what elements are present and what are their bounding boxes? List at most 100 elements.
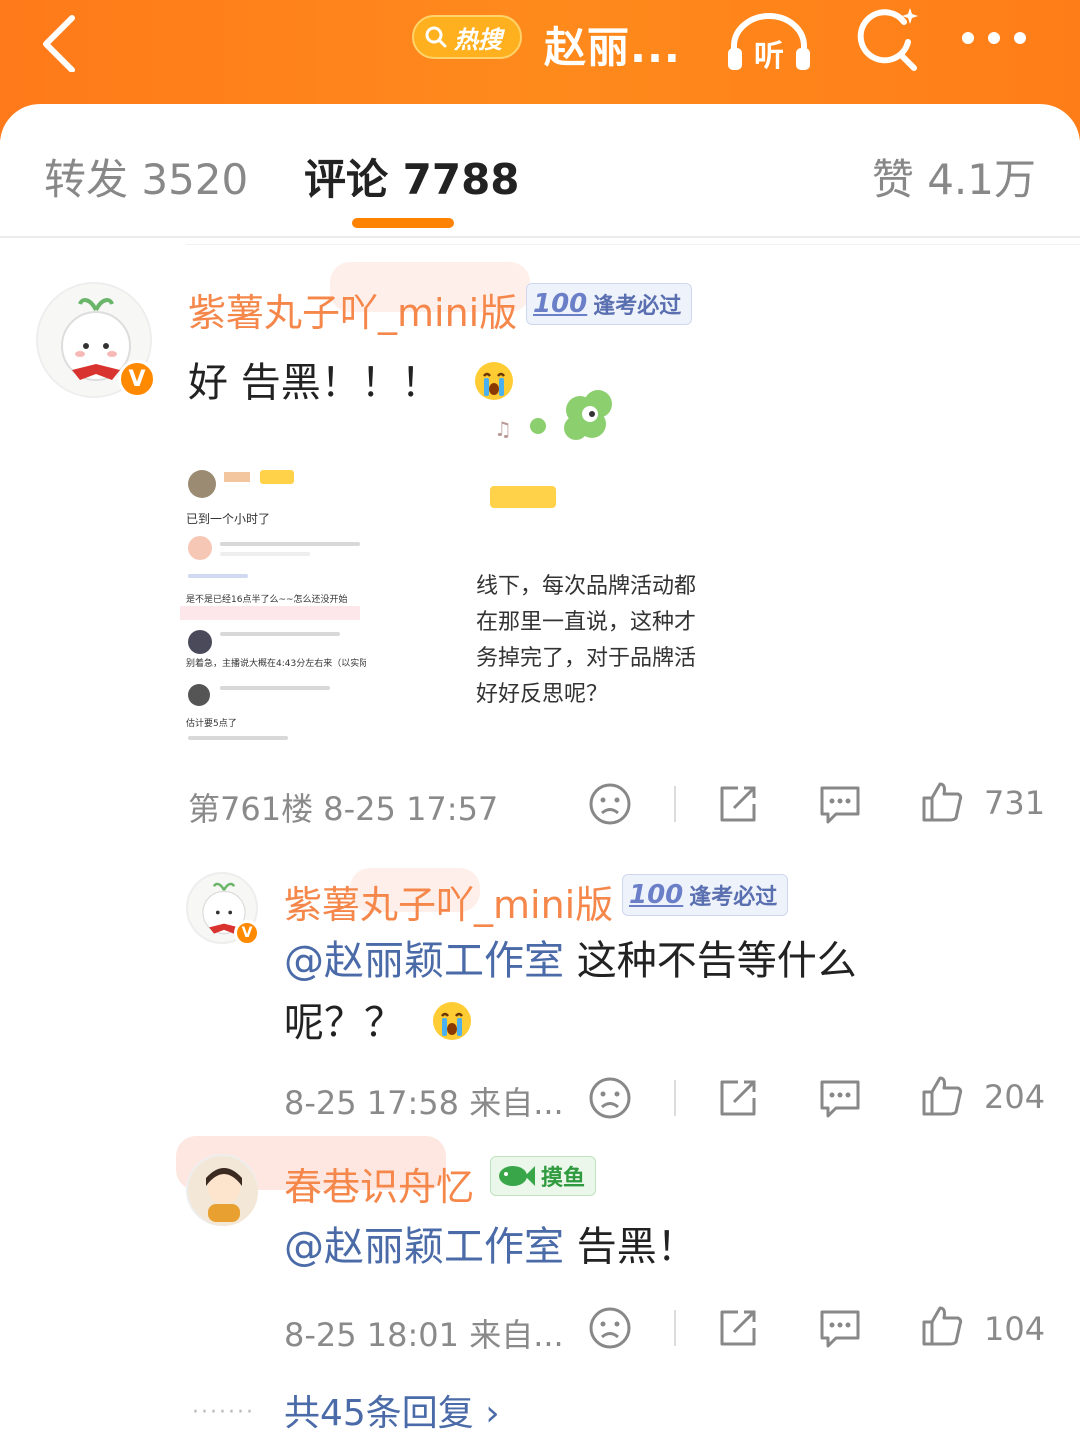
verified-badge-icon: V — [118, 360, 156, 398]
mini-avatar — [188, 470, 216, 498]
member-badge[interactable]: 100 逢考必过 — [622, 874, 789, 916]
separator — [674, 786, 676, 822]
separator — [674, 1080, 676, 1116]
like-count: 731 — [984, 784, 1046, 822]
tab-likes[interactable]: 赞 4.1万 — [872, 146, 1036, 207]
comment-meta: 第761楼 8-25 17:57 — [188, 784, 498, 830]
image-line — [220, 632, 340, 636]
dot-icon — [962, 32, 974, 44]
active-tab-indicator — [352, 218, 454, 228]
comment-icon[interactable] — [818, 1306, 862, 1350]
floor-number: 第761楼 — [188, 790, 314, 828]
search-sparkle-icon — [857, 8, 918, 71]
image-line — [188, 736, 288, 740]
username[interactable]: 紫薯丸子吖_mini版 — [284, 874, 613, 929]
page-title[interactable]: 赵丽... — [544, 14, 681, 75]
dislike-face-icon[interactable] — [588, 1076, 632, 1120]
share-icon[interactable] — [716, 1076, 760, 1120]
badge-number: 100 — [629, 880, 684, 910]
reply-time: 8-25 17:58 — [284, 1084, 460, 1122]
badge-label: 逢考必过 — [689, 885, 778, 910]
comment-icon[interactable] — [818, 782, 862, 826]
username[interactable]: 春巷识舟忆 — [284, 1156, 474, 1211]
reply-meta: 8-25 17:58 来自... — [284, 1078, 564, 1124]
reply-body: 这种不告等什么 — [564, 938, 857, 984]
hot-search-label: 热搜 — [454, 25, 502, 54]
fish-icon — [499, 1166, 535, 1186]
reply-meta: 8-25 18:01 来自... — [284, 1310, 564, 1356]
image-left-line: 是不是已经16点半了么~~怎么还没开始 — [186, 595, 348, 605]
comment-icon[interactable] — [818, 1076, 862, 1120]
image-line — [220, 552, 310, 556]
tab-comments[interactable]: 评论 7788 — [304, 146, 520, 207]
dot-icon — [1014, 32, 1026, 44]
mini-avatar — [188, 630, 212, 654]
reply-body: 呢？？ — [284, 1000, 404, 1046]
image-left-line: 估计要5点了 — [186, 719, 237, 729]
avatar[interactable]: V — [36, 282, 156, 398]
image-highlight — [180, 606, 360, 620]
share-icon[interactable] — [716, 1306, 760, 1350]
reply-source: 来自... — [469, 1316, 564, 1354]
member-badge[interactable]: 100 逢考必过 — [526, 283, 693, 325]
badge-number: 100 — [533, 289, 588, 319]
username[interactable]: 紫薯丸子吖_mini版 — [188, 282, 517, 337]
image-badge — [490, 486, 556, 508]
image-text-line: 线下，每次品牌活动都 — [476, 574, 697, 599]
reply-time: 8-25 18:01 — [284, 1316, 460, 1354]
image-text-line: 好好反思呢？ — [476, 682, 609, 707]
image-line — [220, 686, 330, 690]
image-text-line: 在那里一直说，这种才 — [476, 610, 697, 635]
search-icon — [425, 26, 447, 48]
hot-search-pill[interactable]: 热搜 — [412, 15, 522, 59]
image-left-line: 别着急，主播说大概在4:43分左右来（以实际到为准） — [186, 659, 366, 669]
mention-link[interactable]: @赵丽颖工作室 — [284, 938, 564, 984]
image-left-line: 已到一个小时了 — [186, 512, 271, 526]
search-button[interactable] — [852, 4, 922, 74]
dot-icon — [988, 32, 1000, 44]
like-thumb-icon[interactable] — [920, 1304, 964, 1348]
badge-label: 逢考必过 — [593, 294, 682, 319]
mini-avatar — [188, 536, 212, 560]
listen-label: 听 — [754, 39, 784, 74]
member-badge[interactable]: 摸鱼 — [490, 1156, 597, 1196]
clover-sticker-icon: ♫ — [494, 390, 612, 441]
reply-text: @赵丽颖工作室 告黑！ — [284, 1216, 697, 1278]
comment-time: 8-25 17:57 — [323, 790, 499, 828]
divider — [186, 244, 1080, 245]
mini-avatar — [188, 684, 210, 706]
share-icon[interactable] — [716, 782, 760, 826]
divider — [0, 236, 1080, 238]
tab-repost[interactable]: 转发 3520 — [44, 146, 248, 207]
like-count: 204 — [984, 1078, 1046, 1116]
crying-emoji-icon — [432, 1002, 471, 1040]
mention-link[interactable]: @赵丽颖工作室 — [284, 1224, 564, 1270]
image-line — [188, 574, 248, 578]
verified-badge-icon: V — [234, 920, 260, 946]
like-count: 104 — [984, 1310, 1046, 1348]
headphones-icon: 听 — [728, 13, 810, 74]
like-thumb-icon[interactable] — [920, 1074, 964, 1118]
comment-image[interactable]: 已到一个小时了 是不是已经16点半了么~~怎么还没开始 别着急，主播说大概在4:… — [180, 460, 760, 750]
back-button[interactable] — [34, 8, 94, 73]
separator — [674, 1310, 676, 1346]
chevron-left-icon — [43, 15, 75, 73]
reply-body: 告黑！ — [564, 1224, 697, 1270]
more-options-button[interactable] — [962, 22, 1038, 54]
dislike-face-icon[interactable] — [588, 782, 632, 826]
thread-dots: ······· — [192, 1400, 255, 1425]
more-replies-link[interactable]: 共45条回复 › — [284, 1384, 500, 1436]
avatar-image — [190, 1158, 258, 1226]
comment-body: 好 告黑！！！ — [188, 360, 441, 406]
mini-username — [224, 472, 250, 482]
mini-badge — [260, 470, 294, 484]
reply-source: 来自... — [469, 1084, 564, 1122]
dislike-face-icon[interactable] — [588, 1306, 632, 1350]
like-thumb-icon[interactable] — [920, 780, 964, 824]
image-left-panel: 已到一个小时了 是不是已经16点半了么~~怎么还没开始 别着急，主播说大概在4:… — [180, 460, 470, 750]
svg-text:♫: ♫ — [494, 417, 512, 441]
avatar[interactable]: V — [186, 872, 260, 946]
avatar[interactable] — [186, 1154, 258, 1226]
comment-text: 好 告黑！！！ — [188, 352, 515, 414]
listen-button[interactable]: 听 — [724, 10, 814, 74]
